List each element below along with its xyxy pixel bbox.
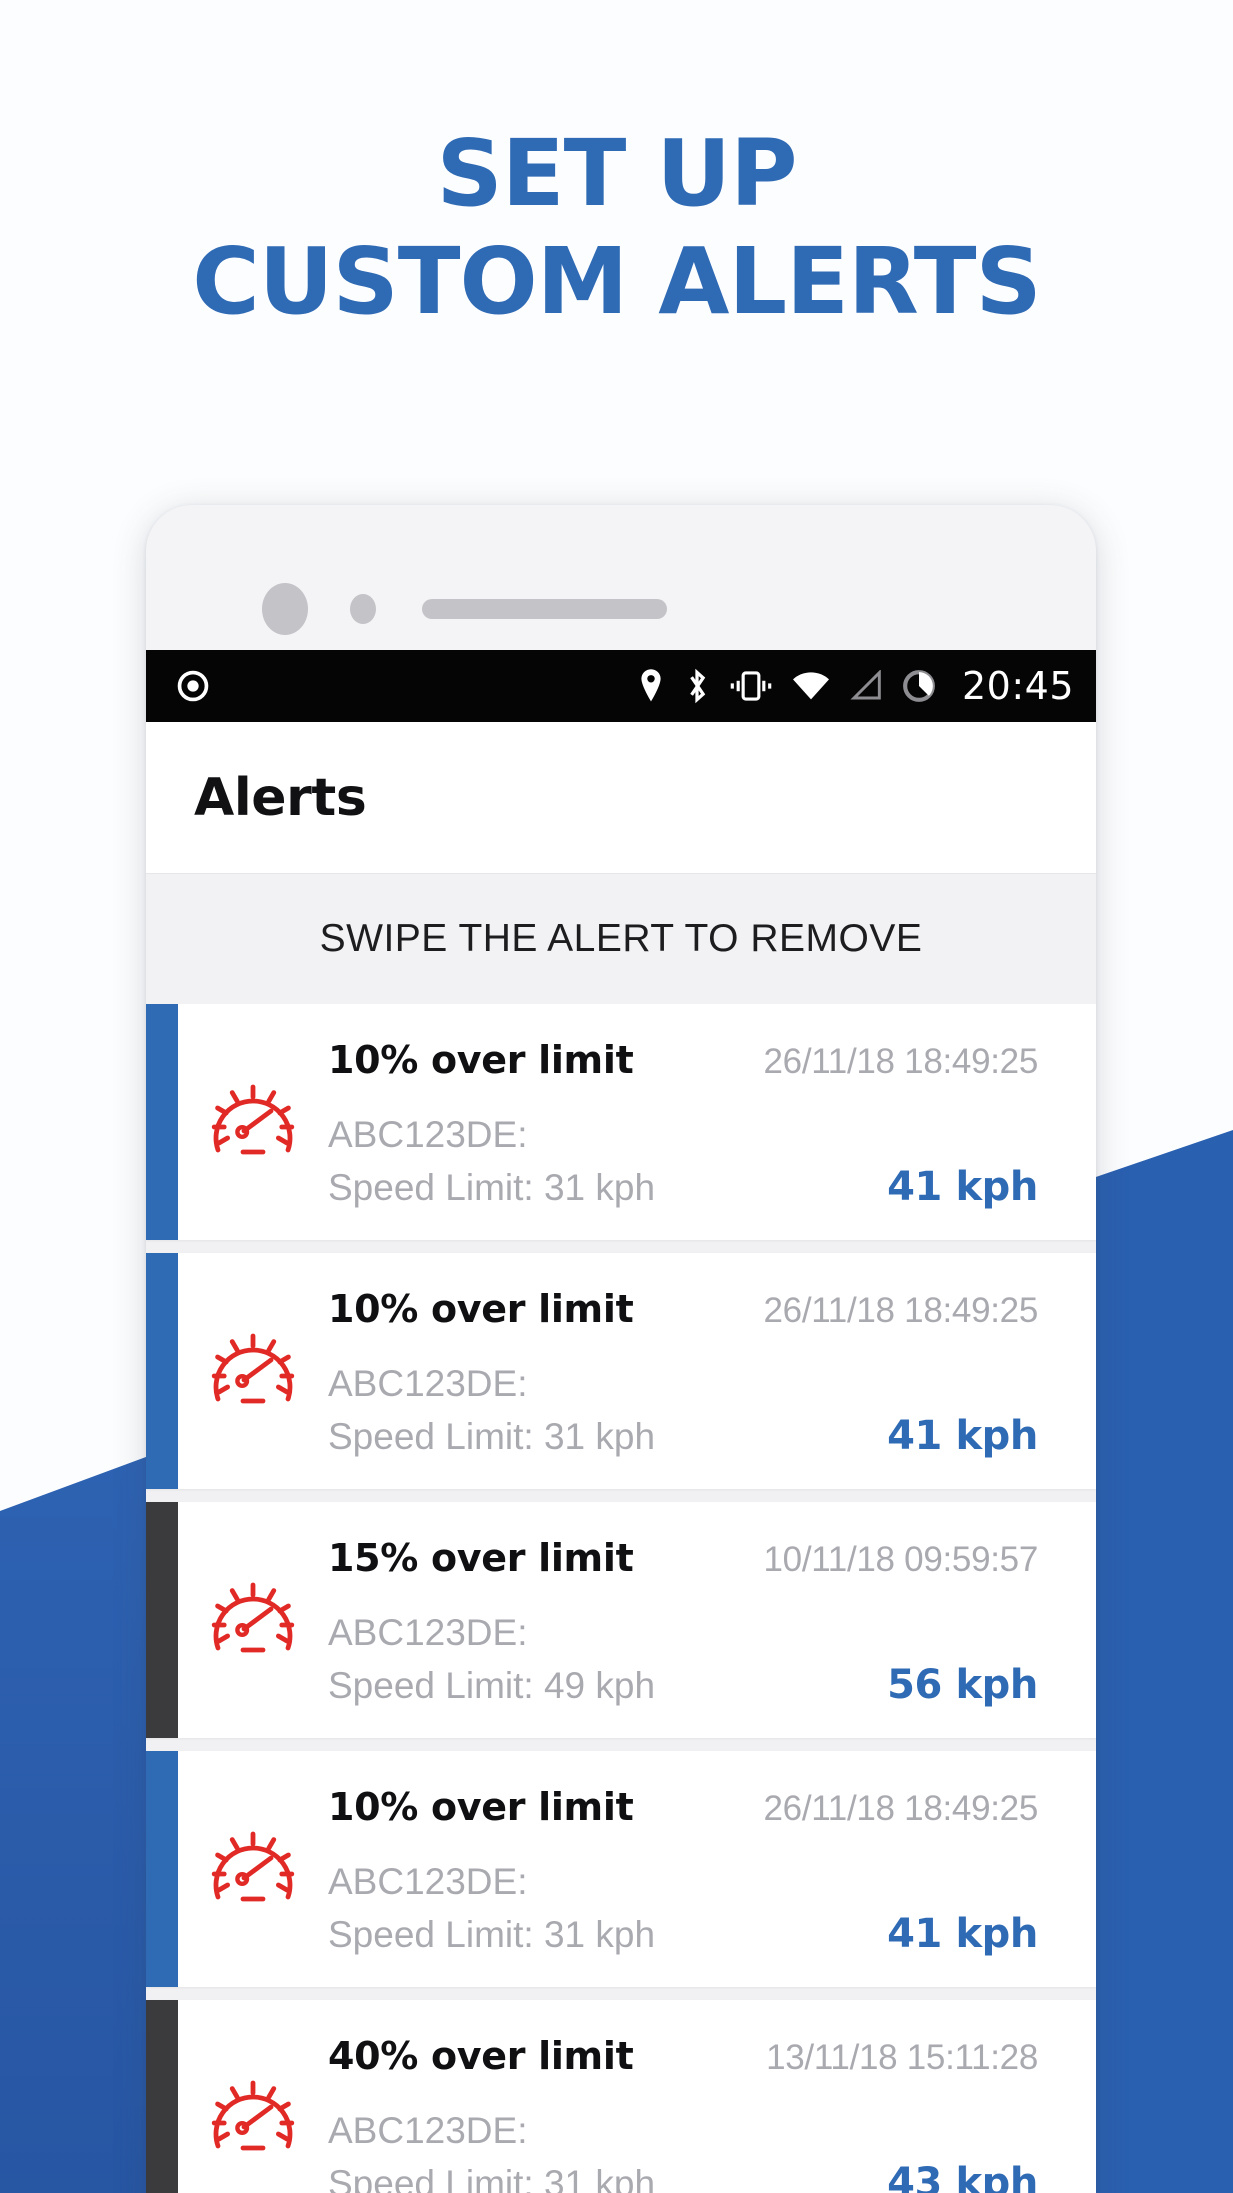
alert-recorded-speed: 56 kph xyxy=(887,1662,1038,1708)
promo-headline-line-1: SET UP xyxy=(436,120,797,227)
page-title: Alerts xyxy=(194,767,367,828)
alert-vehicle-plate: ABC123DE: xyxy=(328,2110,528,2151)
alert-header-row: 15% over limit 10/11/18 09:59:57 xyxy=(328,1536,1038,1596)
alert-footer-row: Speed Limit: 31 kph 43 kph xyxy=(328,2152,1038,2193)
alert-footer-row: Speed Limit: 31 kph 41 kph xyxy=(328,1156,1038,1210)
speedometer-icon xyxy=(211,1582,295,1653)
alert-body: 40% over limit 13/11/18 15:11:28 ABC123D… xyxy=(328,2000,1096,2193)
alert-title: 15% over limit xyxy=(328,1536,634,1580)
alert-card[interactable]: 10% over limit 26/11/18 18:49:25 ABC123D… xyxy=(146,1751,1096,1987)
alert-timestamp: 26/11/18 18:49:25 xyxy=(763,1789,1038,1828)
alert-icon-wrap xyxy=(178,1502,328,1738)
alert-body: 10% over limit 26/11/18 18:49:25 ABC123D… xyxy=(328,1253,1096,1489)
alert-speed-limit: Speed Limit: 31 kph xyxy=(328,2163,656,2193)
alert-body: 10% over limit 26/11/18 18:49:25 ABC123D… xyxy=(328,1004,1096,1240)
speedometer-icon xyxy=(211,1084,295,1155)
alert-vehicle-plate: ABC123DE: xyxy=(328,1612,528,1653)
alert-recorded-speed: 41 kph xyxy=(887,1164,1038,1210)
alert-title: 10% over limit xyxy=(328,1785,634,1829)
alert-recorded-speed: 43 kph xyxy=(887,2160,1038,2193)
alert-severity-stripe xyxy=(146,1004,178,1240)
proximity-sensor-icon xyxy=(350,594,376,624)
status-bar-right: 20:45 xyxy=(636,664,1074,708)
bluetooth-icon xyxy=(683,667,711,705)
swipe-hint-banner: SWIPE THE ALERT TO REMOVE xyxy=(146,874,1096,1004)
battery-icon xyxy=(901,668,937,704)
alert-timestamp: 10/11/18 09:59:57 xyxy=(763,1540,1038,1579)
alert-timestamp: 26/11/18 18:49:25 xyxy=(763,1042,1038,1081)
alert-header-row: 10% over limit 26/11/18 18:49:25 xyxy=(328,1287,1038,1347)
alert-vehicle-plate: ABC123DE: xyxy=(328,1114,528,1155)
alert-recorded-speed: 41 kph xyxy=(887,1911,1038,1957)
earpiece-speaker-icon xyxy=(422,599,667,619)
alert-card[interactable]: 40% over limit 13/11/18 15:11:28 ABC123D… xyxy=(146,2000,1096,2193)
alert-footer-row: Speed Limit: 31 kph 41 kph xyxy=(328,1903,1038,1957)
alert-body: 15% over limit 10/11/18 09:59:57 ABC123D… xyxy=(328,1502,1096,1738)
alert-icon-wrap xyxy=(178,2000,328,2193)
alert-severity-stripe xyxy=(146,2000,178,2193)
phone-device-mockup: 20:45 Alerts SWIPE THE ALERT TO REMOVE 1… xyxy=(146,505,1096,2193)
alert-speed-limit: Speed Limit: 31 kph xyxy=(328,1167,656,1208)
alert-vehicle-plate: ABC123DE: xyxy=(328,1861,528,1902)
alert-header-row: 10% over limit 26/11/18 18:49:25 xyxy=(328,1038,1038,1098)
promo-headline-line-2: CUSTOM ALERTS xyxy=(192,227,1041,335)
alert-speed-limit: Speed Limit: 49 kph xyxy=(328,1665,656,1706)
speedometer-icon xyxy=(211,2080,295,2151)
promo-screenshot: SET UP CUSTOM ALERTS 20:45 Alerts SWIPE … xyxy=(0,0,1233,2193)
alert-speed-limit: Speed Limit: 31 kph xyxy=(328,1416,656,1457)
alert-icon-wrap xyxy=(178,1751,328,1987)
front-camera-icon xyxy=(262,583,308,635)
alert-card[interactable]: 10% over limit 26/11/18 18:49:25 ABC123D… xyxy=(146,1004,1096,1240)
alert-body: 10% over limit 26/11/18 18:49:25 ABC123D… xyxy=(328,1751,1096,1987)
alert-title: 10% over limit xyxy=(328,1287,634,1331)
phone-top-bezel xyxy=(146,505,1096,650)
app-bar: Alerts xyxy=(146,722,1096,874)
alert-icon-wrap xyxy=(178,1004,328,1240)
signal-icon xyxy=(848,670,884,702)
alert-footer-row: Speed Limit: 31 kph 41 kph xyxy=(328,1405,1038,1459)
alert-footer-row: Speed Limit: 49 kph 56 kph xyxy=(328,1654,1038,1708)
alert-vehicle-plate: ABC123DE: xyxy=(328,1363,528,1404)
status-bar-clock: 20:45 xyxy=(961,664,1074,708)
alert-title: 40% over limit xyxy=(328,2034,634,2078)
swipe-hint-text: SWIPE THE ALERT TO REMOVE xyxy=(319,917,923,960)
alerts-list[interactable]: 10% over limit 26/11/18 18:49:25 ABC123D… xyxy=(146,1004,1096,2193)
vibrate-icon xyxy=(728,669,774,703)
alert-header-row: 10% over limit 26/11/18 18:49:25 xyxy=(328,1785,1038,1845)
status-bar-left xyxy=(176,669,210,703)
alert-severity-stripe xyxy=(146,1502,178,1738)
alert-card[interactable]: 15% over limit 10/11/18 09:59:57 ABC123D… xyxy=(146,1502,1096,1738)
alert-timestamp: 26/11/18 18:49:25 xyxy=(763,1291,1038,1330)
alert-title: 10% over limit xyxy=(328,1038,634,1082)
android-status-bar: 20:45 xyxy=(146,650,1096,722)
speedometer-icon xyxy=(211,1333,295,1404)
wifi-icon xyxy=(791,670,831,702)
speedometer-icon xyxy=(211,1831,295,1902)
alert-severity-stripe xyxy=(146,1253,178,1489)
alert-timestamp: 13/11/18 15:11:28 xyxy=(766,2038,1038,2077)
promo-headline: SET UP CUSTOM ALERTS xyxy=(0,120,1233,335)
alert-card[interactable]: 10% over limit 26/11/18 18:49:25 ABC123D… xyxy=(146,1253,1096,1489)
phone-screen: 20:45 Alerts SWIPE THE ALERT TO REMOVE 1… xyxy=(146,650,1096,2193)
location-pin-icon xyxy=(636,668,666,704)
alert-recorded-speed: 41 kph xyxy=(887,1413,1038,1459)
record-icon xyxy=(176,669,210,703)
alert-speed-limit: Speed Limit: 31 kph xyxy=(328,1914,656,1955)
alert-icon-wrap xyxy=(178,1253,328,1489)
phone-sensor-row xyxy=(262,583,667,635)
alert-header-row: 40% over limit 13/11/18 15:11:28 xyxy=(328,2034,1038,2094)
alert-severity-stripe xyxy=(146,1751,178,1987)
